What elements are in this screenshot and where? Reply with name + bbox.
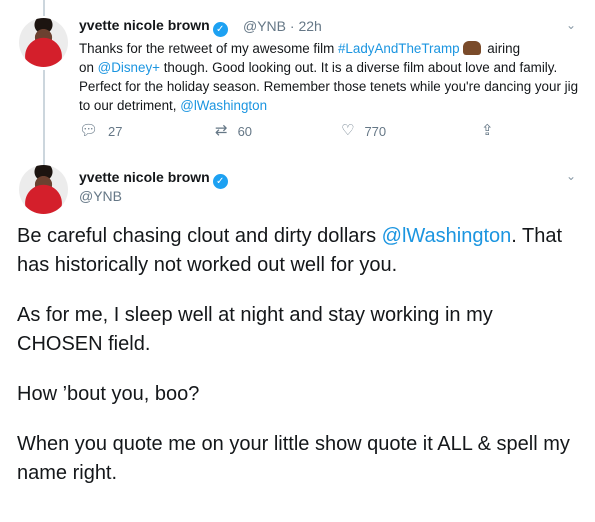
hashtag-link[interactable]: #LadyAndTheTramp (338, 41, 460, 56)
tweet-actions: 💬︎ 27 ⇄ 60 ♡ 770 ⇪ (79, 123, 509, 141)
avatar[interactable] (19, 18, 68, 67)
chevron-down-icon[interactable]: ⌄ (566, 169, 576, 183)
thread-line (43, 70, 45, 166)
tweet-text-part: Be careful chasing clout and dirty dolla… (17, 225, 382, 247)
tweet-paragraph: When you quote me on your little show qu… (17, 433, 570, 484)
author-handle[interactable]: @YNB (243, 18, 286, 34)
reply-icon: 💬︎ (79, 122, 99, 139)
avatar[interactable] (19, 165, 68, 214)
tweet-text-part: airing (483, 41, 521, 56)
tweet-text-part: Thanks for the retweet of my awesome fil… (79, 41, 338, 56)
chevron-down-icon[interactable]: ⌄ (566, 18, 576, 32)
retweet-count: 60 (237, 123, 253, 139)
share-button[interactable]: ⇪ (481, 123, 494, 139)
timestamp[interactable]: 22h (298, 18, 321, 34)
share-icon: ⇪ (481, 122, 494, 139)
author-name[interactable]: yvette nicole brown ✓ (79, 169, 228, 189)
verified-badge-icon: ✓ (212, 22, 228, 37)
dog-emoji-icon (462, 41, 481, 55)
tweet-text: Thanks for the retweet of my awesome fil… (79, 39, 584, 115)
retweet-icon: ⇄ (215, 122, 228, 139)
tweet-paragraph: Be careful chasing clout and dirty dolla… (17, 222, 582, 280)
author-handle[interactable]: @YNB (79, 188, 122, 204)
thread-line-top (43, 0, 45, 16)
tweet-paragraph: As for me, I sleep well at night and sta… (17, 304, 493, 355)
heart-icon: ♡ (341, 122, 355, 139)
author-name[interactable]: yvette nicole brown ✓ (79, 17, 228, 37)
reply-count: 27 (108, 123, 123, 139)
retweet-button[interactable]: ⇄ 60 (215, 123, 252, 139)
tweet-text-part: on (79, 60, 98, 75)
author-name-text[interactable]: yvette nicole brown (79, 169, 210, 185)
tweet-text: Be careful chasing clout and dirty dolla… (17, 222, 582, 509)
like-button[interactable]: ♡ 770 (341, 123, 386, 139)
handle-and-time: @YNB · 22h (243, 18, 322, 34)
tweet-paragraph: How ’bout you, boo? (17, 383, 200, 405)
reply-button[interactable]: 💬︎ 27 (79, 123, 123, 139)
like-count: 770 (364, 123, 387, 139)
mention-link[interactable]: @lWashington (382, 225, 512, 247)
separator: · (289, 18, 295, 34)
verified-badge-icon: ✓ (212, 174, 228, 189)
mention-link[interactable]: @lWashington (180, 98, 267, 113)
author-name-text[interactable]: yvette nicole brown (79, 17, 210, 33)
mention-link[interactable]: @Disney+ (98, 60, 160, 75)
